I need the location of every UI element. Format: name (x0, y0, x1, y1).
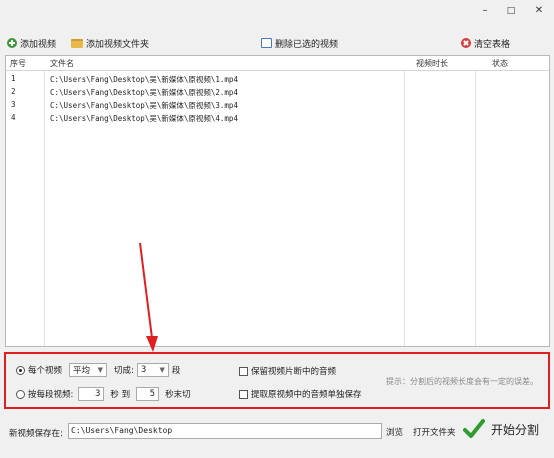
segments-value: 3 (140, 365, 147, 375)
clear-icon (461, 38, 471, 48)
row-filename: C:\Users\Fang\Desktop\吴\新媒体\原视频\2.mp4 (50, 88, 238, 97)
start-split-label: 开始分割 (491, 422, 540, 437)
row-filename: C:\Users\Fang\Desktop\吴\新媒体\原视频\1.mp4 (50, 75, 238, 84)
chevron-down-icon: ▼ (97, 366, 104, 374)
segments-select[interactable]: 3 ▼ (136, 363, 169, 377)
file-table[interactable]: 序号 文件名 视频时长 状态 1 C:\Users\Fang\Desktop\吴… (5, 55, 550, 347)
row-filename: C:\Users\Fang\Desktop\吴\新媒体\原视频\3.mp4 (50, 101, 238, 110)
chevron-down-icon: ▼ (159, 366, 165, 374)
keep-audio-checkbox[interactable] (239, 366, 248, 376)
split-options-panel: 每个视频 平均 ▼ 切成: 3 ▼ 段 按每段视频: 3 秒 到 5 秒末切 保… (4, 352, 550, 409)
clear-table-button[interactable]: 清空表格 (461, 35, 510, 51)
maximize-button[interactable]: □ (499, 3, 523, 19)
extract-audio-label: 提取原视频中的音频单独保存 (251, 390, 362, 400)
per-video-radio[interactable] (16, 365, 25, 375)
checkmark-icon (463, 419, 485, 438)
add-folder-label: 添加视频文件夹 (86, 39, 150, 50)
add-folder-button[interactable]: 添加视频文件夹 (71, 35, 149, 51)
row-index: 3 (11, 100, 16, 109)
folder-icon (71, 38, 83, 48)
toolbar: 添加视频 添加视频文件夹 删除已选的视频 清空表格 (0, 35, 554, 53)
delete-selected-icon (261, 38, 272, 48)
save-path-field[interactable]: C:\Users\Fang\Desktop (68, 423, 382, 439)
per-video-label: 每个视频 (28, 366, 63, 376)
row-index: 4 (11, 113, 16, 122)
table-row[interactable]: 4 C:\Users\Fang\Desktop\吴\新媒体\原视频\4.mp4 (6, 111, 549, 124)
close-button[interactable]: ✕ (527, 3, 551, 19)
save-location-label: 新视频保存在: (9, 429, 63, 439)
table-header: 序号 文件名 视频时长 状态 (6, 56, 549, 71)
delete-selected-button[interactable]: 删除已选的视频 (261, 35, 338, 51)
keep-audio-label: 保留视频片断中的音频 (251, 367, 337, 377)
row-index: 2 (11, 87, 16, 96)
browse-button[interactable]: 浏览 (386, 426, 403, 438)
title-bar: – □ ✕ (0, 0, 554, 26)
per-segment-radio[interactable] (16, 389, 25, 399)
add-video-button[interactable]: 添加视频 (7, 35, 56, 51)
seconds-end-label: 秒末切 (165, 390, 191, 400)
header-filename[interactable]: 文件名 (50, 58, 74, 69)
open-folder-button[interactable]: 打开文件夹 (413, 426, 456, 438)
mode-value: 平均 (73, 366, 91, 376)
add-video-label: 添加视频 (20, 39, 57, 50)
hint-text: 提示：分割后的视频长度会有一定的误差。 (386, 377, 538, 386)
clear-table-label: 清空表格 (474, 39, 511, 50)
table-row[interactable]: 2 C:\Users\Fang\Desktop\吴\新媒体\原视频\2.mp4 (6, 85, 549, 98)
delete-selected-label: 删除已选的视频 (275, 39, 339, 50)
table-row[interactable]: 1 C:\Users\Fang\Desktop\吴\新媒体\原视频\1.mp4 (6, 72, 549, 85)
cut-label: 切成: (114, 366, 134, 376)
table-row[interactable]: 3 C:\Users\Fang\Desktop\吴\新媒体\原视频\3.mp4 (6, 98, 549, 111)
segments-unit: 段 (171, 366, 181, 376)
add-icon (7, 38, 17, 48)
header-duration[interactable]: 视频时长 (416, 58, 448, 69)
header-status[interactable]: 状态 (492, 58, 508, 69)
from-seconds-input[interactable]: 3 (78, 387, 105, 401)
row-filename: C:\Users\Fang\Desktop\吴\新媒体\原视频\4.mp4 (50, 114, 238, 123)
header-index[interactable]: 序号 (10, 58, 26, 69)
row-index: 1 (11, 74, 16, 83)
seconds-to-label: 秒 到 (110, 390, 131, 400)
to-seconds-input[interactable]: 5 (136, 387, 160, 401)
minimize-button[interactable]: – (473, 3, 497, 19)
per-segment-label: 按每段视频: (28, 390, 74, 400)
start-split-button[interactable]: 开始分割 (463, 418, 539, 440)
mode-select[interactable]: 平均 ▼ (69, 363, 108, 377)
extract-audio-checkbox[interactable] (239, 389, 248, 399)
save-bar: 新视频保存在: C:\Users\Fang\Desktop 浏览 打开文件夹 开… (4, 418, 550, 444)
